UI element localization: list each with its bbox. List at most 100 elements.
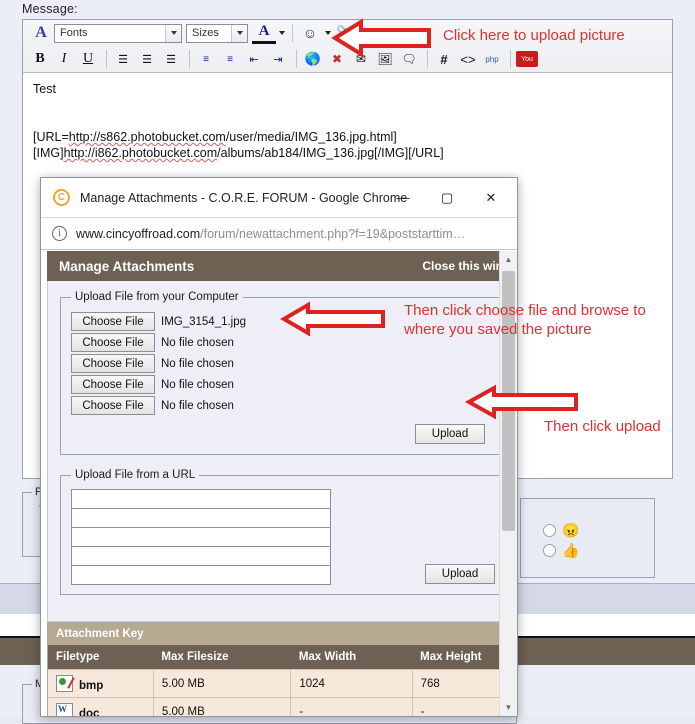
- upload-computer-button-wrap: Upload: [71, 424, 485, 444]
- arrow-to-attachment-toolbar: [331, 18, 431, 58]
- url-input-3[interactable]: [71, 527, 331, 547]
- italic-button[interactable]: I: [53, 49, 75, 69]
- message-line-1: Test: [33, 82, 56, 96]
- rating-box: 😠 👍: [520, 498, 655, 578]
- ordered-list-button[interactable]: ≡: [195, 49, 217, 69]
- window-controls: — ▢ ✕: [381, 178, 513, 217]
- file-name-3: No file chosen: [161, 357, 234, 370]
- message-line-3: [URL=http://s862.photobucket.com/user/me…: [33, 129, 662, 145]
- font-color-picker[interactable]: A: [252, 22, 285, 44]
- attachment-key-title: Attachment Key: [56, 628, 144, 640]
- unordered-list-button[interactable]: ≡: [219, 49, 241, 69]
- address-bar-url: www.cincyoffroad.com/forum/newattachment…: [76, 227, 465, 241]
- close-button[interactable]: ✕: [469, 178, 513, 217]
- message-label: Message:: [22, 2, 78, 16]
- url-path: /forum/newattachment.php?f=19&poststartt…: [200, 226, 466, 241]
- arrow-to-upload-button: [464, 384, 578, 420]
- manage-attachments-header: Manage Attachments Close this window: [47, 251, 517, 281]
- choose-file-button-3[interactable]: Choose File: [71, 354, 155, 373]
- insert-html-button[interactable]: <>: [457, 49, 479, 69]
- upload-from-url-fieldset: Upload File from a URL Upload: [60, 469, 517, 595]
- font-family-value: Fonts: [60, 27, 88, 39]
- font-size-value: Sizes: [192, 27, 219, 39]
- file-row: Choose File No file chosen: [71, 374, 517, 395]
- url-tag-rest: /user/media/IMG_136.jpg.html]: [225, 130, 397, 144]
- column-max-width: Max Width: [290, 645, 413, 670]
- upload-from-computer-legend: Upload File from your Computer: [75, 291, 239, 303]
- scroll-down-arrow-icon[interactable]: ▼: [500, 699, 517, 716]
- maximize-button[interactable]: ▢: [425, 178, 469, 217]
- attachment-key-header: Attachment Key ▲: [48, 623, 517, 645]
- smilie-picker[interactable]: ☺: [298, 22, 331, 44]
- font-color-icon: A: [252, 22, 276, 44]
- font-size-select[interactable]: Sizes: [186, 23, 248, 43]
- insert-youtube-icon[interactable]: You: [516, 51, 538, 67]
- annotation-then-upload: Then click upload: [544, 418, 661, 435]
- choose-file-button-1[interactable]: Choose File: [71, 312, 155, 331]
- rating-radio-positive[interactable]: [543, 543, 556, 557]
- indent-button[interactable]: ⇥: [267, 49, 289, 69]
- choose-file-button-4[interactable]: Choose File: [71, 375, 155, 394]
- insert-php-icon[interactable]: php: [481, 49, 503, 69]
- table-row: bmp 5.00 MB 1024 768: [48, 669, 517, 698]
- cell-width: 1024: [290, 669, 413, 698]
- align-center-button[interactable]: ☰: [136, 49, 158, 69]
- choose-file-button-5[interactable]: Choose File: [71, 396, 155, 415]
- message-line-blank: [33, 97, 662, 113]
- insert-code-hash-button[interactable]: #: [433, 49, 455, 69]
- attachment-key-box: Attachment Key ▲ Filetype Max Filesize M…: [47, 622, 517, 716]
- cell-filetype: bmp: [48, 669, 154, 698]
- outdent-button[interactable]: ⇤: [243, 49, 265, 69]
- image-file-icon: [56, 675, 73, 692]
- rating-radio-negative[interactable]: [543, 523, 556, 537]
- toolbar-separator: [106, 50, 107, 68]
- toolbar-separator: [292, 24, 293, 42]
- align-left-button[interactable]: ☰: [112, 49, 134, 69]
- window-title: Manage Attachments - C.O.R.E. FORUM - Go…: [80, 190, 408, 205]
- column-filetype: Filetype: [48, 645, 154, 670]
- remove-formatting-icon[interactable]: A: [29, 22, 53, 44]
- site-info-icon[interactable]: i: [52, 226, 67, 241]
- url-input-4[interactable]: [71, 546, 331, 566]
- address-bar[interactable]: i www.cincyoffroad.com/forum/newattachme…: [41, 217, 517, 250]
- url-inputs-row: Upload: [71, 489, 517, 585]
- file-name-2: No file chosen: [161, 336, 234, 349]
- url-domain: www.cincyoffroad.com: [76, 226, 201, 241]
- manage-attachments-title: Manage Attachments: [59, 258, 195, 274]
- img-tag-open: [IMG]: [33, 146, 64, 160]
- upload-button-computer[interactable]: Upload: [415, 424, 485, 444]
- url-input-5[interactable]: [71, 565, 331, 585]
- bold-button[interactable]: B: [29, 49, 51, 69]
- file-name-1: IMG_3154_1.jpg: [161, 315, 247, 328]
- underline-button[interactable]: U: [77, 49, 99, 69]
- align-right-button[interactable]: ☰: [160, 49, 182, 69]
- scroll-up-arrow-icon[interactable]: ▲: [500, 251, 517, 268]
- chevron-down-icon: [165, 24, 181, 42]
- cell-filetype: doc: [48, 697, 154, 716]
- smilie-icon: ☺: [302, 25, 318, 41]
- font-family-select[interactable]: Fonts: [54, 23, 182, 43]
- upload-button-url[interactable]: Upload: [425, 564, 495, 584]
- column-max-filesize: Max Filesize: [153, 645, 291, 670]
- chevron-down-icon: [325, 31, 331, 35]
- attachment-key-table: Filetype Max Filesize Max Width Max Heig…: [48, 645, 517, 716]
- toolbar-separator: [189, 50, 190, 68]
- window-titlebar[interactable]: C Manage Attachments - C.O.R.E. FORUM - …: [41, 178, 517, 217]
- insert-link-icon[interactable]: 🌎: [302, 49, 324, 69]
- toolbar-separator: [510, 50, 511, 68]
- filetype-label: bmp: [79, 680, 104, 692]
- cell-filesize: 5.00 MB: [153, 669, 292, 698]
- arrow-to-choose-file: [280, 301, 385, 337]
- file-row: Choose File No file chosen: [71, 353, 517, 374]
- minimize-button[interactable]: —: [381, 178, 425, 217]
- upload-from-url-legend: Upload File from a URL: [75, 469, 196, 481]
- choose-file-button-2[interactable]: Choose File: [71, 333, 155, 352]
- url-input-2[interactable]: [71, 508, 331, 528]
- url-input-1[interactable]: [71, 489, 331, 509]
- thumbs-up-icon: 👍: [562, 542, 580, 558]
- table-header-row: Filetype Max Filesize Max Width Max Heig…: [48, 645, 517, 670]
- angry-face-icon: 😠: [562, 522, 580, 538]
- message-line-blank-2: [33, 113, 662, 129]
- word-file-icon: [56, 703, 73, 716]
- chevron-down-icon: [279, 31, 285, 35]
